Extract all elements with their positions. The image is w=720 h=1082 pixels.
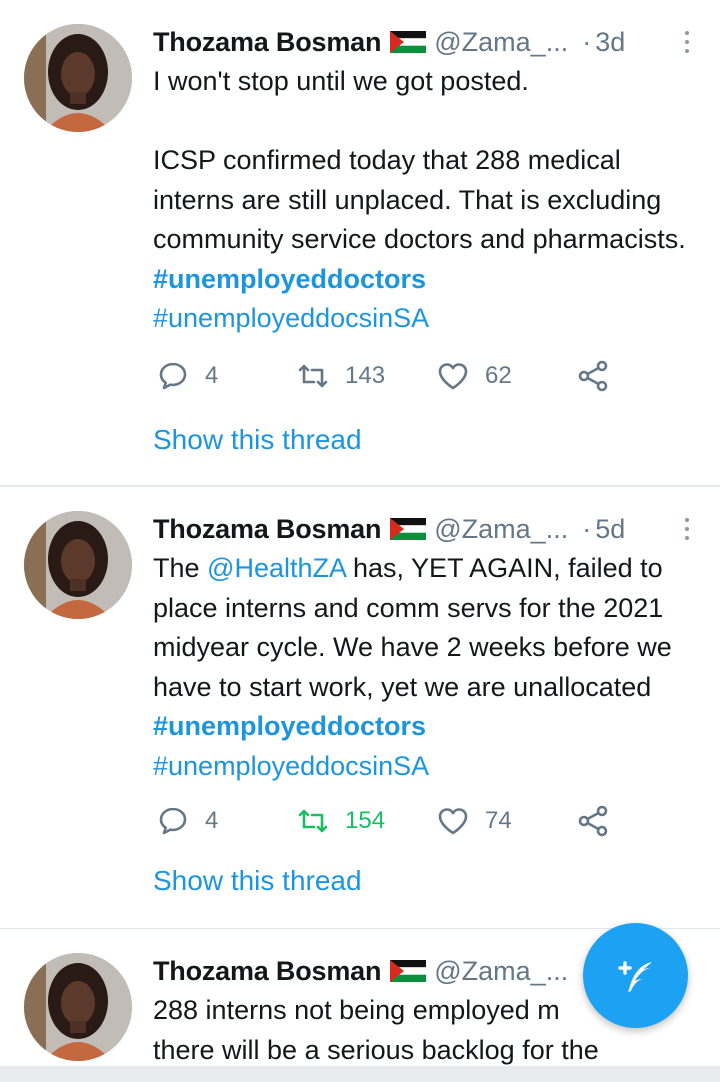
retweet-count: 143 (345, 362, 386, 389)
share-button[interactable] (577, 352, 625, 400)
compose-tweet-button[interactable] (583, 923, 688, 1028)
share-icon (578, 360, 608, 392)
like-button[interactable]: 62 (437, 352, 512, 400)
share-button[interactable] (577, 797, 625, 845)
tweet[interactable]: Thozama Bosman @Zama_... · 3d I won't st… (0, 0, 720, 486)
reply-count: 4 (205, 807, 219, 834)
mention-link[interactable]: @HealthZA (207, 553, 345, 583)
tweet-body: I won't stop until we got posted. ICSP c… (153, 66, 686, 254)
heart-icon (438, 808, 468, 835)
hashtag-link[interactable]: #unemployeddocsinSA (153, 751, 429, 781)
avatar[interactable] (24, 24, 132, 132)
author-name[interactable]: Thozama Bosman (153, 27, 381, 58)
tweet-actions: 4 154 74 (153, 797, 633, 845)
share-icon (578, 805, 608, 837)
retweet-button[interactable]: 143 (297, 352, 385, 400)
hashtag-link[interactable]: #unemployeddoctors (153, 711, 426, 741)
more-vertical-icon[interactable] (682, 515, 692, 545)
author-handle[interactable]: @Zama_... (434, 27, 568, 58)
like-count: 74 (485, 807, 512, 834)
hashtag-link[interactable]: #unemployeddocsinSA (153, 303, 429, 333)
author-handle[interactable]: @Zama_... (434, 514, 568, 545)
palestine-flag-icon (390, 960, 427, 982)
tweet-content: Thozama Bosman @Zama_... · 3d I won't st… (153, 22, 698, 339)
author-handle[interactable]: @Zama_... (434, 956, 568, 987)
show-thread-link[interactable]: Show this thread (153, 424, 362, 456)
reply-icon (159, 807, 187, 835)
tweet-content: Thozama Bosman @Zama_... · 5d The @Healt… (153, 509, 698, 786)
bottom-edge (0, 1066, 720, 1082)
show-thread-link[interactable]: Show this thread (153, 865, 362, 897)
like-count: 62 (485, 362, 512, 389)
separator-dot: · (582, 26, 592, 57)
tweet-header: Thozama Bosman @Zama_... · 5d (153, 509, 698, 549)
tweet-time[interactable]: 5d (595, 514, 625, 545)
tweet-text: I won't stop until we got posted. ICSP c… (153, 62, 698, 339)
palestine-flag-icon (390, 518, 427, 540)
avatar[interactable] (24, 511, 132, 619)
separator-dot: · (582, 513, 592, 544)
palestine-flag-icon (390, 31, 427, 53)
tweet[interactable]: Thozama Bosman @Zama_... · 5d The @Healt… (0, 486, 720, 929)
tweet-header: Thozama Bosman @Zama_... · 3d (153, 22, 698, 62)
hashtag-link[interactable]: #unemployeddoctors (153, 264, 426, 294)
tweet-body: The (153, 553, 208, 583)
tweet-text: The @HealthZA has, YET AGAIN, failed to … (153, 549, 698, 786)
author-name[interactable]: Thozama Bosman (153, 514, 381, 545)
tweet-actions: 4 143 62 (153, 352, 633, 400)
retweet-icon (298, 809, 328, 833)
avatar[interactable] (24, 953, 132, 1061)
reply-button[interactable]: 4 (157, 797, 218, 845)
tweet-time[interactable]: 3d (595, 27, 625, 58)
retweet-icon (298, 364, 328, 388)
heart-icon (438, 363, 468, 390)
reply-icon (159, 362, 187, 390)
reply-count: 4 (205, 362, 219, 389)
timeline-feed: Thozama Bosman @Zama_... · 3d I won't st… (0, 0, 720, 1082)
compose-tweet-icon (617, 960, 652, 992)
reply-button[interactable]: 4 (157, 352, 218, 400)
author-name[interactable]: Thozama Bosman (153, 956, 381, 987)
retweet-button[interactable]: 154 (297, 797, 385, 845)
more-vertical-icon[interactable] (682, 28, 692, 58)
retweet-count: 154 (345, 807, 386, 834)
like-button[interactable]: 74 (437, 797, 512, 845)
